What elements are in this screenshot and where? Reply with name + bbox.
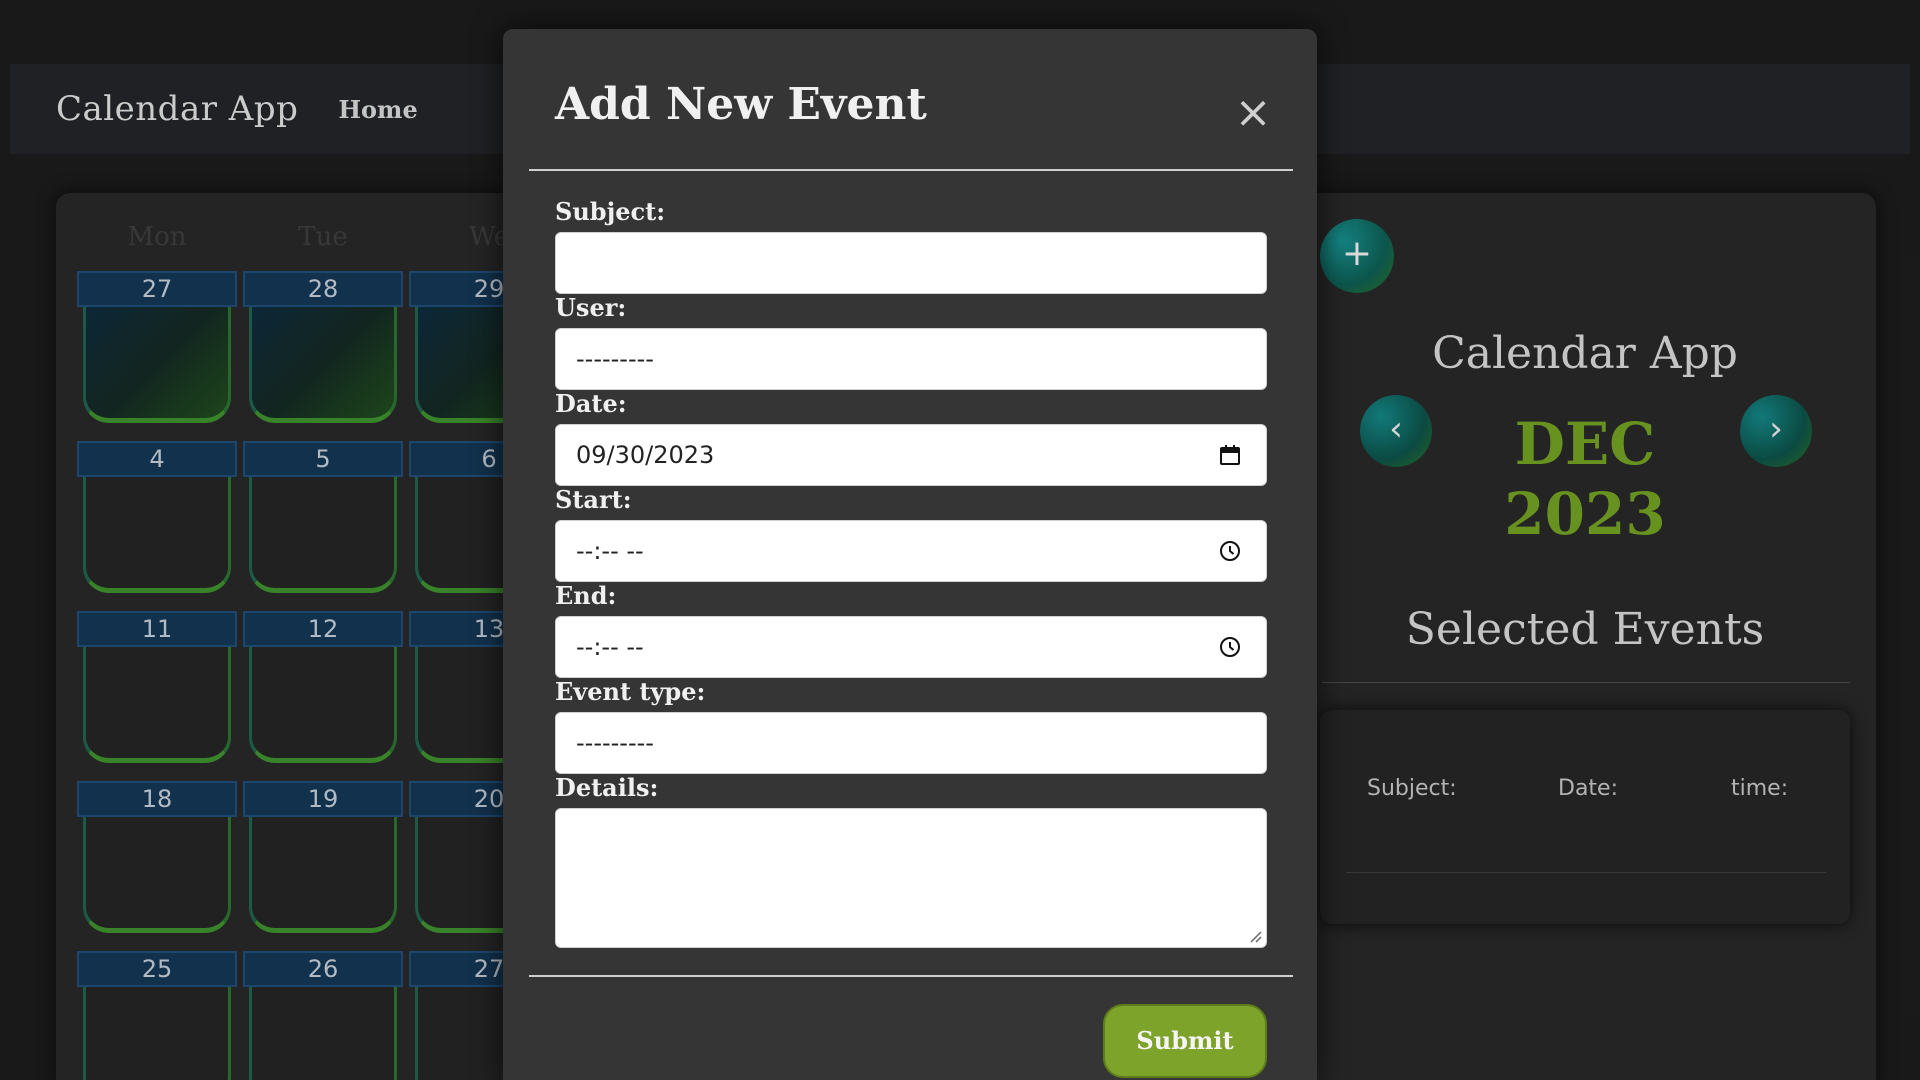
end-label: End: [555, 581, 617, 610]
end-time-input[interactable]: --:-- -- [555, 616, 1267, 678]
submit-button[interactable]: Submit [1103, 1004, 1267, 1078]
start-label: Start: [555, 485, 632, 514]
modal-header-divider [529, 169, 1293, 171]
user-select[interactable]: --------- [555, 328, 1267, 390]
modal-title: Add New Event [555, 79, 927, 130]
close-icon[interactable]: × [1231, 91, 1275, 137]
details-label: Details: [555, 773, 659, 802]
subject-label: Subject: [555, 197, 666, 226]
clock-icon[interactable] [1218, 539, 1242, 563]
calendar-icon[interactable] [1218, 443, 1242, 467]
resize-grip-icon[interactable] [1248, 929, 1262, 943]
details-textarea[interactable] [555, 808, 1267, 948]
date-value: 09/30/2023 [576, 441, 715, 469]
user-label: User: [555, 293, 627, 322]
subject-input[interactable] [555, 232, 1267, 294]
add-event-modal: Add New Event × Subject: User: ---------… [503, 29, 1317, 1080]
start-time-input[interactable]: --:-- -- [555, 520, 1267, 582]
date-input[interactable]: 09/30/2023 [555, 424, 1267, 486]
start-time-value: --:-- -- [576, 537, 644, 565]
end-time-value: --:-- -- [576, 633, 644, 661]
date-label: Date: [555, 389, 627, 418]
clock-icon[interactable] [1218, 635, 1242, 659]
event-type-select[interactable]: --------- [555, 712, 1267, 774]
modal-footer-divider [529, 975, 1293, 977]
event-type-label: Event type: [555, 677, 706, 706]
